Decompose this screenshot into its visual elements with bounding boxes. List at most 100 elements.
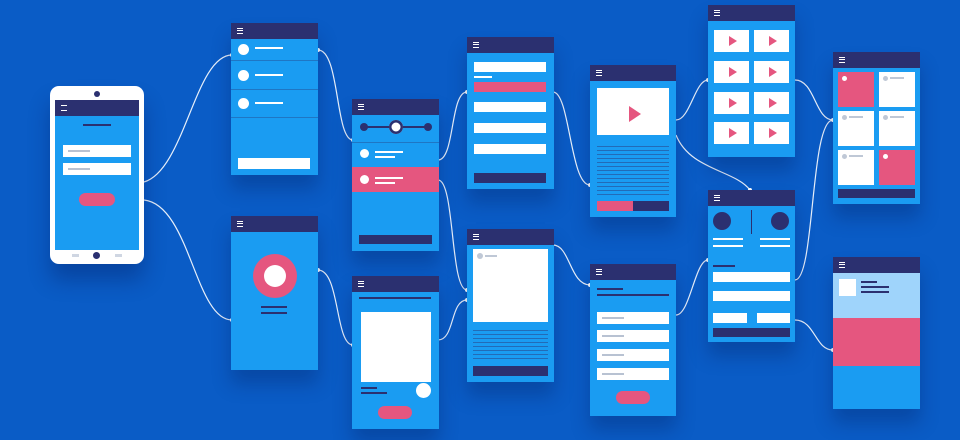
slider-handle[interactable] (389, 120, 403, 134)
bottom-bar[interactable] (838, 189, 915, 198)
signup-button[interactable] (616, 391, 650, 404)
profile-stat-line (760, 238, 790, 240)
card-fab[interactable] (416, 383, 431, 398)
screen-header (231, 216, 318, 232)
signup-field[interactable] (597, 330, 669, 342)
hamburger-menu-icon (358, 104, 364, 110)
description-text-block (473, 327, 548, 361)
play-icon[interactable] (769, 128, 777, 138)
list-item-line (255, 102, 283, 104)
hamburger-menu-icon (61, 105, 67, 111)
profile-stat-line (713, 245, 743, 247)
profile-avatar-right (771, 212, 789, 230)
password-field[interactable] (63, 163, 131, 175)
list-item-line (375, 182, 395, 184)
play-icon[interactable] (769, 98, 777, 108)
slider-list-screen (352, 99, 439, 251)
hamburger-menu-icon (839, 57, 845, 63)
login-button[interactable] (79, 193, 115, 206)
phone-screen (55, 100, 139, 250)
home-button-icon[interactable] (93, 252, 100, 259)
bottom-bar[interactable] (359, 235, 432, 244)
soft-key-left (72, 254, 79, 257)
compare-divider (751, 210, 752, 234)
card-caption-line (361, 387, 377, 389)
video-player-screen (590, 65, 676, 217)
compare-field[interactable] (713, 291, 790, 301)
image-caption-line (485, 255, 497, 257)
checkmark-icon[interactable] (238, 44, 249, 55)
card-image (361, 312, 431, 382)
radio-icon[interactable] (238, 98, 249, 109)
hamburger-menu-icon (473, 42, 479, 48)
compare-field[interactable] (713, 272, 790, 282)
signup-field[interactable] (597, 349, 669, 361)
phone-header (55, 100, 139, 116)
card-title-line (359, 297, 431, 299)
compare-field-half[interactable] (713, 313, 747, 323)
hamburger-menu-icon (839, 262, 845, 268)
banner-thumbnail (839, 279, 856, 296)
play-icon[interactable] (729, 36, 737, 46)
screen-header (833, 52, 920, 68)
screen-header (590, 264, 676, 280)
avatar-inner (264, 265, 286, 287)
form-screen (467, 37, 554, 189)
form-label-line (474, 76, 492, 78)
banner-text-line (861, 286, 889, 288)
profile-name-line (261, 306, 287, 308)
hamburger-menu-icon (473, 234, 479, 240)
profile-stat-line (760, 245, 790, 247)
form-field[interactable] (474, 123, 546, 133)
card-caption-line (361, 392, 387, 394)
play-icon[interactable] (729, 128, 737, 138)
bottom-bar[interactable] (473, 366, 548, 376)
banner-text-line (861, 291, 889, 293)
signup-field[interactable] (597, 312, 669, 324)
bottom-bar[interactable] (713, 328, 790, 337)
checklist-screen (231, 23, 318, 175)
form-field[interactable] (474, 144, 546, 154)
bottom-input[interactable] (238, 158, 310, 169)
form-heading-line (597, 288, 623, 290)
play-icon[interactable] (769, 36, 777, 46)
hamburger-menu-icon (237, 221, 243, 227)
username-field[interactable] (63, 145, 131, 157)
profile-compare-screen (708, 190, 795, 342)
login-title-line (83, 124, 111, 126)
form-heading-line (597, 294, 669, 296)
radio-icon[interactable] (238, 70, 249, 81)
profile-screen (231, 216, 318, 370)
profile-subtitle-line (261, 312, 287, 314)
submit-bar[interactable] (474, 173, 546, 183)
hamburger-menu-icon (596, 269, 602, 275)
card-detail-screen (352, 276, 439, 429)
screen-header (833, 257, 920, 273)
play-icon[interactable] (729, 67, 737, 77)
screen-header (352, 276, 439, 292)
video-description-block (597, 143, 669, 195)
progress-fill (597, 201, 633, 211)
hamburger-menu-icon (358, 281, 364, 287)
list-item-dot (360, 175, 369, 184)
card-action-button[interactable] (378, 406, 412, 419)
signup-field[interactable] (597, 368, 669, 380)
compare-field-half[interactable] (757, 313, 790, 323)
slider-left-stop (360, 123, 368, 131)
list-item-line (375, 151, 403, 153)
list-item-line (255, 47, 283, 49)
hero-block (833, 318, 920, 366)
screen-header (467, 37, 554, 53)
play-icon[interactable] (769, 67, 777, 77)
screen-header (708, 190, 795, 206)
banner-detail-screen (833, 257, 920, 409)
form-field[interactable] (474, 102, 546, 112)
list-item-line (375, 177, 403, 179)
form-field[interactable] (474, 62, 546, 72)
image-detail-screen (467, 229, 554, 382)
play-icon[interactable] (729, 98, 737, 108)
hamburger-menu-icon (237, 28, 243, 34)
highlighted-form-field[interactable] (474, 82, 546, 92)
play-icon[interactable] (629, 106, 641, 122)
list-item-line (255, 74, 283, 76)
